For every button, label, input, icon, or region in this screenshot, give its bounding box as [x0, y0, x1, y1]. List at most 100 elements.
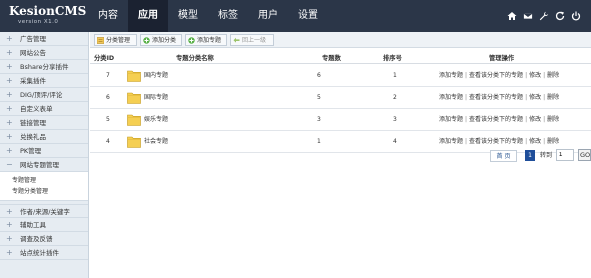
header-id: 分类ID [94, 55, 115, 62]
add-topic-link[interactable]: 添加专题 [439, 94, 463, 101]
expand-icon: + [6, 48, 13, 57]
delete-link[interactable]: 删除 [547, 94, 559, 101]
cell-name[interactable]: 国际专题 [144, 87, 168, 109]
sidebar-item-collector[interactable]: + 采集插件 [0, 74, 88, 88]
separator: | [543, 94, 546, 101]
tab-users[interactable]: 用户 [248, 0, 288, 32]
add-topic-link[interactable]: 添加专题 [439, 116, 463, 123]
separator: | [465, 94, 468, 101]
tab-content[interactable]: 内容 [88, 0, 128, 32]
expand-icon: + [6, 220, 13, 229]
category-manage-button[interactable]: 分类管理 [94, 34, 137, 46]
sidebar-subitem-topic-category[interactable]: 专题分类管理 [0, 186, 88, 197]
view-topics-link[interactable]: 查看该分类下的专题 [469, 116, 523, 123]
goto-page-input[interactable] [556, 149, 574, 161]
expand-icon: + [6, 76, 13, 85]
sidebar-item-pk[interactable]: + PK管理 [0, 144, 88, 158]
tab-tags[interactable]: 标签 [208, 0, 248, 32]
table-header: 分类ID 专题分类名称 专题数 排序号 管理操作 [90, 53, 591, 64]
separator: | [525, 138, 528, 145]
table-row: 6 国际专题 5 2 添加专题 | 查看该分类下的专题 | 修改 | 删除 [90, 87, 591, 109]
sidebar-item-surveys[interactable]: + 调查及反馈 [0, 232, 88, 246]
cell-name[interactable]: 娱乐专题 [144, 109, 168, 131]
cell-count: 5 [317, 94, 321, 101]
delete-link[interactable]: 删除 [547, 72, 559, 79]
sidebar-item-topics[interactable]: − 网站专题管理 [0, 158, 88, 172]
list-icon [97, 37, 104, 44]
current-page[interactable]: 1 [525, 150, 535, 161]
sidebar-item-announcements[interactable]: + 网站公告 [0, 46, 88, 60]
mail-icon[interactable] [520, 9, 535, 23]
expand-icon: + [6, 207, 13, 216]
cell-order: 1 [393, 72, 397, 79]
app-name: KesionCMS [9, 4, 87, 18]
add-topic-label: 添加专题 [197, 37, 222, 44]
sidebar-item-label: 辅助工具 [20, 221, 46, 229]
sidebar-item-authors[interactable]: + 作者/来源/关键字 [0, 204, 88, 218]
cell-name[interactable]: 国内专题 [144, 65, 168, 87]
sidebar-item-links[interactable]: + 链接管理 [0, 116, 88, 130]
wrench-icon[interactable] [536, 9, 551, 23]
power-icon[interactable] [568, 9, 583, 23]
sidebar-item-gifts[interactable]: + 兑换礼品 [0, 130, 88, 144]
top-icons [503, 9, 583, 23]
folder-icon [127, 114, 141, 126]
add-icon [143, 37, 150, 44]
sidebar-item-tools[interactable]: + 辅助工具 [0, 218, 88, 232]
separator: | [525, 94, 528, 101]
sidebar-item-label: 调查及反馈 [20, 235, 53, 243]
sidebar-item-dig-comments[interactable]: + DIG/顶评/评论 [0, 88, 88, 102]
refresh-icon[interactable] [552, 9, 567, 23]
tab-models[interactable]: 模型 [168, 0, 208, 32]
edit-link[interactable]: 修改 [529, 94, 541, 101]
edit-link[interactable]: 修改 [529, 138, 541, 145]
header-order: 排序号 [383, 55, 402, 62]
add-category-button[interactable]: 添加分类 [140, 34, 182, 46]
cell-id: 4 [106, 138, 110, 145]
back-arrow-icon [233, 37, 240, 43]
add-topic-link[interactable]: 添加专题 [439, 72, 463, 79]
app-window: KesionCMS version X1.0 内容 应用 模型 标签 用户 设置… [0, 0, 591, 278]
first-page-button[interactable]: 首 页 [490, 150, 517, 162]
tab-settings[interactable]: 设置 [288, 0, 328, 32]
separator: | [543, 138, 546, 145]
separator: | [465, 138, 468, 145]
go-button[interactable]: GO [578, 149, 591, 161]
separator: | [525, 72, 528, 79]
header-count: 专题数 [322, 55, 341, 62]
sidebar-item-custom-forms[interactable]: + 自定义表单 [0, 102, 88, 116]
add-topic-link[interactable]: 添加专题 [439, 138, 463, 145]
cell-order: 4 [393, 138, 397, 145]
sidebar-item-label: 链接管理 [20, 119, 46, 127]
cell-order: 3 [393, 116, 397, 123]
sidebar: + 广告管理 + 网站公告 + Bshare分享插件 + 采集插件 + DIG/顶评/评论… [0, 32, 89, 278]
delete-link[interactable]: 删除 [547, 138, 559, 145]
sidebar-item-label: 网站公告 [20, 49, 46, 57]
delete-link[interactable]: 删除 [547, 116, 559, 123]
header-name: 专题分类名称 [176, 55, 214, 62]
category-manage-label: 分类管理 [106, 37, 131, 44]
back-up-button[interactable]: 回上一级 [230, 34, 274, 46]
separator: | [543, 72, 546, 79]
sidebar-item-label: 广告管理 [20, 35, 46, 43]
sidebar-item-ads[interactable]: + 广告管理 [0, 32, 88, 46]
expand-icon: + [6, 104, 13, 113]
edit-link[interactable]: 修改 [529, 116, 541, 123]
view-topics-link[interactable]: 查看该分类下的专题 [469, 138, 523, 145]
separator: | [543, 116, 546, 123]
add-icon [188, 37, 195, 44]
home-icon[interactable] [504, 9, 519, 23]
sidebar-item-label: 站点统计插件 [20, 249, 59, 257]
sidebar-subitem-topic-manage[interactable]: 专题管理 [0, 175, 88, 186]
add-topic-button[interactable]: 添加专题 [185, 34, 227, 46]
view-topics-link[interactable]: 查看该分类下的专题 [469, 94, 523, 101]
sidebar-item-stats[interactable]: + 站点统计插件 [0, 246, 88, 260]
edit-link[interactable]: 修改 [529, 72, 541, 79]
view-topics-link[interactable]: 查看该分类下的专题 [469, 72, 523, 79]
expand-icon: + [6, 90, 13, 99]
cell-name[interactable]: 社会专题 [144, 131, 168, 153]
sidebar-item-bshare[interactable]: + Bshare分享插件 [0, 60, 88, 74]
main-panel: 分类管理 添加分类 添加专题 回上一级 分类ID 专题分类名称 专题数 排序号 … [90, 32, 591, 278]
cell-id: 6 [106, 94, 110, 101]
tab-apps[interactable]: 应用 [128, 0, 168, 32]
